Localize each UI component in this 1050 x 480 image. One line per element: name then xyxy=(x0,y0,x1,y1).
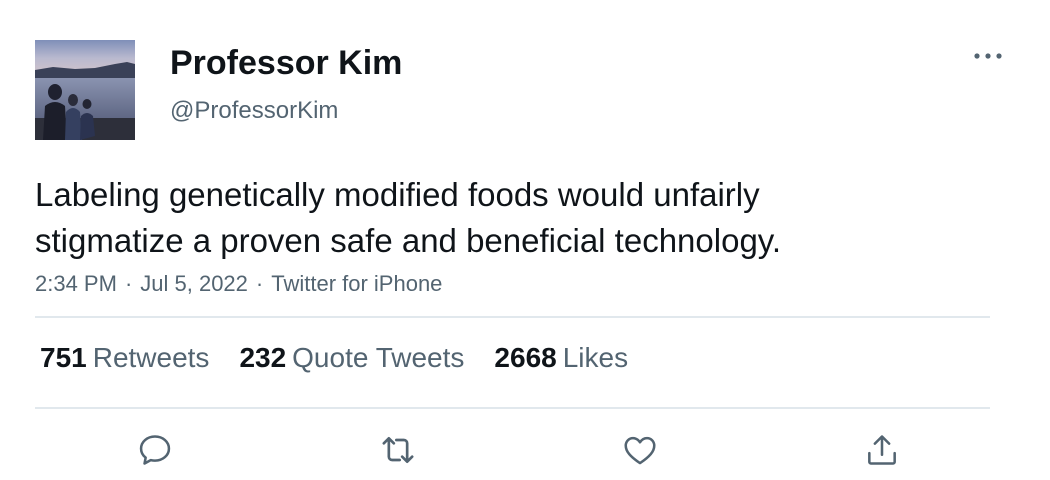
separator: · xyxy=(124,271,133,296)
share-icon xyxy=(868,435,896,465)
share-button[interactable] xyxy=(860,428,904,472)
quote-tweets-count: 232 xyxy=(239,342,287,373)
tweet-source[interactable]: Twitter for iPhone xyxy=(271,271,442,296)
retweet-button[interactable] xyxy=(376,428,420,472)
retweets-label: Retweets xyxy=(92,342,210,373)
tweet-text-line: Labeling genetically modified foods woul… xyxy=(35,176,760,213)
retweets-stat[interactable]: 751 Retweets xyxy=(40,342,209,374)
display-name[interactable]: Professor Kim xyxy=(170,44,402,83)
likes-count: 2668 xyxy=(494,342,557,373)
tweet-date[interactable]: Jul 5, 2022 xyxy=(140,271,248,296)
user-handle[interactable]: @ProfessorKim xyxy=(170,97,338,125)
divider xyxy=(35,407,990,409)
likes-stat[interactable]: 2668 Likes xyxy=(494,342,628,374)
quote-tweets-label: Quote Tweets xyxy=(292,342,465,373)
tweet-time[interactable]: 2:34 PM xyxy=(35,271,117,296)
like-icon xyxy=(624,436,656,465)
reply-button[interactable] xyxy=(133,428,177,472)
tweet-stats: 751 Retweets 232 Quote Tweets 2668 Likes xyxy=(40,342,628,374)
tweet-text: Labeling genetically modified foods woul… xyxy=(35,172,935,264)
more-options-icon[interactable] xyxy=(970,44,1006,68)
separator: · xyxy=(255,271,264,296)
quote-tweets-stat[interactable]: 232 Quote Tweets xyxy=(239,342,464,374)
like-button[interactable] xyxy=(618,428,662,472)
reply-icon xyxy=(139,435,171,465)
divider xyxy=(35,316,990,318)
tweet-metadata: 2:34 PM · Jul 5, 2022 · Twitter for iPhone xyxy=(35,271,442,297)
retweet-icon xyxy=(382,437,414,463)
retweets-count: 751 xyxy=(40,342,87,373)
likes-label: Likes xyxy=(562,342,629,373)
tweet-text-line: stigmatize a proven safe and beneficial … xyxy=(35,222,782,259)
avatar-photo xyxy=(35,40,135,140)
avatar[interactable] xyxy=(35,40,135,140)
